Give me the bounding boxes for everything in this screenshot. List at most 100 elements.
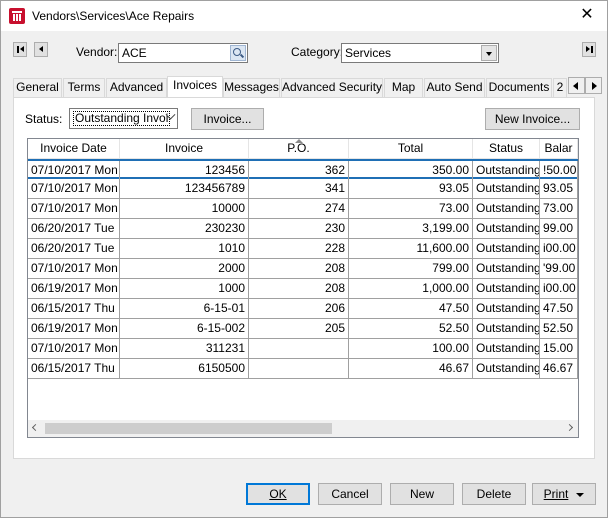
scroll-right-icon[interactable] xyxy=(565,423,574,432)
tab-overflow[interactable]: 2 xyxy=(553,78,567,97)
invoice-grid[interactable]: Invoice Date Invoice P.O. Total Status B… xyxy=(27,138,579,438)
cell-balance: 47.50 xyxy=(540,299,578,318)
column-header-invoice-date[interactable]: Invoice Date xyxy=(28,139,120,159)
cell-invoice-date: 06/20/2017 Tue xyxy=(28,219,120,238)
category-value: Services xyxy=(345,46,392,60)
cell-balance: !50.00 xyxy=(540,161,578,180)
cell-balance: 93.05 xyxy=(540,179,578,198)
cell-invoice: 6-15-002 xyxy=(120,319,249,338)
tab-strip: General Terms Advanced Invoices Messages… xyxy=(13,76,595,97)
tab-scroll-left-button[interactable] xyxy=(568,77,585,94)
table-row[interactable]: 07/10/2017 Mon 123456789 341 93.05 Outstandi… xyxy=(28,179,578,199)
table-row[interactable]: 06/15/2017 Thu6150500 46.67Outstanding I4… xyxy=(28,359,578,379)
close-icon[interactable]: ✕ xyxy=(577,5,597,25)
previous-icon xyxy=(39,46,43,52)
cell-invoice: 230230 xyxy=(120,219,249,238)
status-select[interactable]: Outstanding Invoi xyxy=(69,108,178,129)
invoice-button[interactable]: Invoice... xyxy=(191,108,264,130)
column-header-balance[interactable]: Balar xyxy=(540,139,578,159)
cell-invoice-date: 06/15/2017 Thu xyxy=(28,359,120,378)
table-row[interactable]: 06/20/2017 Tue 1010 228 11,600.00 Outstandin… xyxy=(28,239,578,259)
cell-balance: i00.00 xyxy=(540,279,578,298)
cell-po: 206 xyxy=(249,299,349,318)
last-record-button[interactable] xyxy=(582,42,596,57)
vendor-value: ACE xyxy=(122,46,147,60)
cell-po: 362 xyxy=(249,161,349,180)
tab-invoices[interactable]: Invoices xyxy=(167,76,223,97)
column-header-status[interactable]: Status xyxy=(473,139,540,159)
cancel-button[interactable]: Cancel xyxy=(318,483,382,505)
cell-invoice: 1010 xyxy=(120,239,249,258)
scroll-left-icon[interactable] xyxy=(31,423,40,432)
grid-rows: 07/10/2017 Mon 123456 362 350.00 Outstanding… xyxy=(28,159,578,379)
cell-status: Outstanding I xyxy=(473,199,540,218)
table-row[interactable]: 07/10/2017 Mon2000208799.00Outstanding I… xyxy=(28,259,578,279)
tab-documents[interactable]: Documents xyxy=(486,78,552,97)
cell-po xyxy=(249,359,349,378)
cell-invoice: 2000 xyxy=(120,259,249,278)
cell-invoice: 10000 xyxy=(120,199,249,218)
cell-balance: i00.00 xyxy=(540,239,578,258)
new-invoice-button[interactable]: New Invoice... xyxy=(485,108,580,130)
last-icon xyxy=(586,45,593,53)
table-row[interactable]: 06/19/2017 Mon 1000 208 1,000.00 Outstanding… xyxy=(28,279,578,299)
cell-balance: 73.00 xyxy=(540,199,578,218)
new-button[interactable]: New xyxy=(390,483,454,505)
ok-button[interactable]: OK xyxy=(246,483,310,505)
category-select[interactable]: Services xyxy=(341,43,499,63)
cell-status: Outstanding I xyxy=(473,219,540,238)
cell-invoice: 311231 xyxy=(120,339,249,358)
column-header-invoice[interactable]: Invoice xyxy=(120,139,249,159)
table-row[interactable]: 07/10/2017 Mon1000027473.00Outstanding I… xyxy=(28,199,578,219)
print-label: Print xyxy=(543,487,569,501)
chevron-down-icon[interactable] xyxy=(481,45,497,61)
cell-status: Outstanding I xyxy=(473,319,540,338)
scroll-right-icon xyxy=(592,82,597,90)
table-row[interactable]: 06/19/2017 Mon 6-15-002 205 52.50 Outstandin… xyxy=(28,319,578,339)
cell-total: 47.50 xyxy=(349,299,473,318)
first-icon xyxy=(17,46,24,53)
cell-po: 230 xyxy=(249,219,349,238)
tab-advanced[interactable]: Advanced xyxy=(106,78,167,97)
tab-advanced-security[interactable]: Advanced Security xyxy=(281,78,383,97)
cell-invoice-date: 06/19/2017 Mon xyxy=(28,279,120,298)
cell-balance: 15.00 xyxy=(540,339,578,358)
column-header-po[interactable]: P.O. xyxy=(249,139,349,159)
cell-balance: 99.00 xyxy=(540,219,578,238)
cell-invoice-date: 07/10/2017 Mon xyxy=(28,199,120,218)
tab-map[interactable]: Map xyxy=(384,78,423,97)
cell-balance: 52.50 xyxy=(540,319,578,338)
table-row[interactable]: 07/10/2017 Mon 123456 362 350.00 Outstanding… xyxy=(28,159,578,180)
cell-total: 11,600.00 xyxy=(349,239,473,258)
table-row[interactable]: 07/10/2017 Mon311231 100.00Outstanding I1… xyxy=(28,339,578,359)
vendor-field[interactable]: ACE xyxy=(118,43,248,63)
cell-invoice-date: 06/19/2017 Mon xyxy=(28,319,120,338)
tab-terms[interactable]: Terms xyxy=(63,78,105,97)
tab-scroll-right-button[interactable] xyxy=(585,77,602,94)
horizontal-scrollbar[interactable] xyxy=(28,420,578,437)
first-record-button[interactable] xyxy=(13,42,27,57)
column-header-total[interactable]: Total xyxy=(349,139,473,159)
tab-auto-send[interactable]: Auto Send xyxy=(424,78,485,97)
delete-button[interactable]: Delete xyxy=(462,483,526,505)
cell-status: Outstanding I xyxy=(473,161,540,180)
tab-general[interactable]: General xyxy=(13,78,62,97)
cell-status: Outstanding I xyxy=(473,179,540,198)
previous-record-button[interactable] xyxy=(34,42,48,57)
cell-status: Outstanding I xyxy=(473,299,540,318)
tab-messages[interactable]: Messages xyxy=(223,78,280,97)
print-button[interactable]: Print xyxy=(532,483,596,505)
cell-invoice-date: 07/10/2017 Mon xyxy=(28,161,120,180)
cell-invoice: 1000 xyxy=(120,279,249,298)
scrollbar-thumb[interactable] xyxy=(45,423,332,434)
vendor-label: Vendor: xyxy=(76,45,118,59)
invoices-panel: Status: Outstanding Invoi Invoice... New… xyxy=(13,97,595,459)
table-row[interactable]: 06/15/2017 Thu 6-15-01 206 47.50 Outstanding… xyxy=(28,299,578,319)
search-icon[interactable] xyxy=(230,45,246,61)
cell-total: 46.67 xyxy=(349,359,473,378)
sort-arrow-icon xyxy=(294,139,303,143)
table-row[interactable]: 06/20/2017 Tue 230230 230 3,199.00 Outstandi… xyxy=(28,219,578,239)
app-icon xyxy=(9,8,25,24)
cell-status: Outstanding I xyxy=(473,279,540,298)
cell-po: 208 xyxy=(249,259,349,278)
